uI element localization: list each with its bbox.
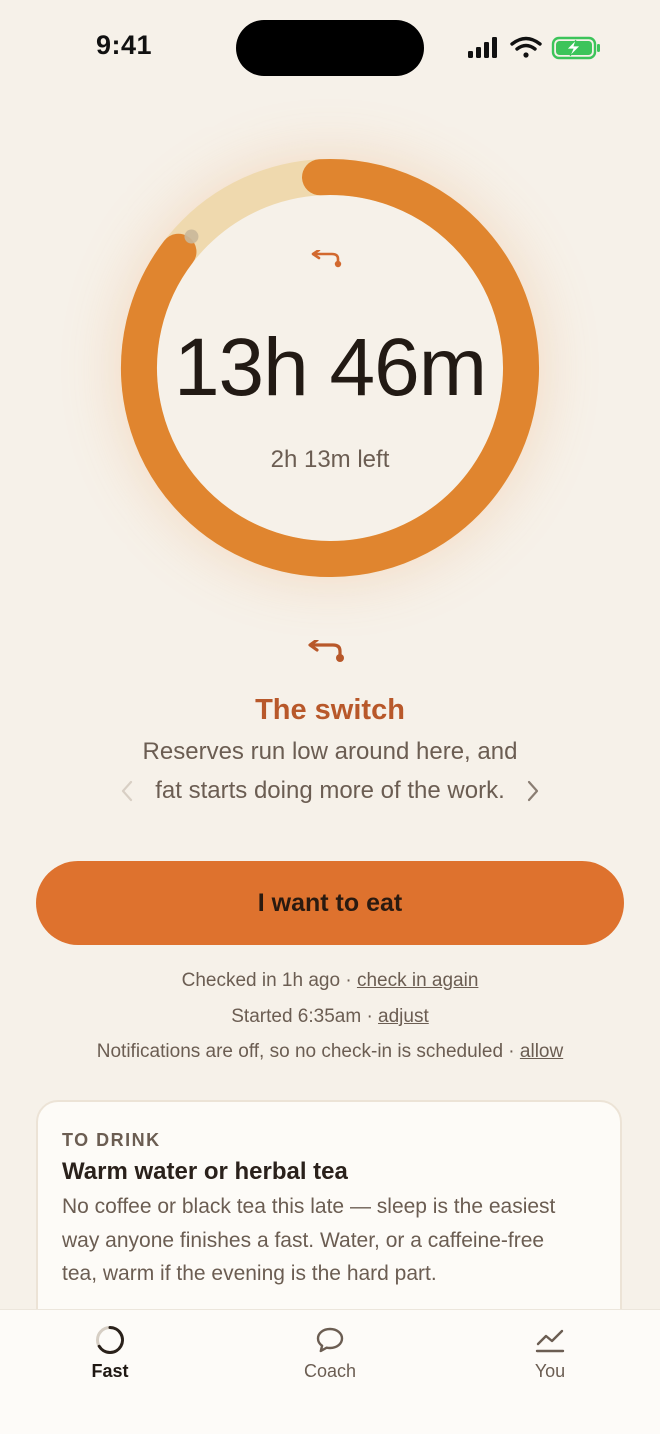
allow-notifications-link[interactable]: allow — [520, 1041, 563, 1062]
tab-fast-label: Fast — [91, 1361, 129, 1381]
tab-coach[interactable]: Coach — [260, 1310, 400, 1410]
trend-chart-icon — [535, 1329, 565, 1353]
notifications-text: Notifications are off, so no check-in is… — [96, 1041, 520, 1062]
elapsed-time: 13h 46m — [173, 322, 487, 413]
started-text: Started 6:35am · — [231, 1006, 379, 1027]
cellular-signal-icon — [468, 37, 497, 58]
progress-ring-icon — [96, 1326, 124, 1354]
current-phase-dot — [184, 229, 199, 244]
phase-description: Reserves run low around here, and fat st… — [142, 738, 518, 804]
tab-you[interactable]: You — [480, 1310, 620, 1410]
checkin-text: Checked in 1h ago · — [181, 970, 357, 991]
chevron-left-icon[interactable] — [112, 776, 142, 806]
dynamic-island — [236, 20, 424, 76]
card-body: No coffee or black tea this late — sleep… — [62, 1195, 556, 1285]
i-want-to-eat-button[interactable]: I want to eat — [36, 861, 624, 945]
status-bar: 9:41 — [0, 0, 660, 96]
status-icons — [468, 36, 600, 60]
phase-switch-icon — [308, 640, 344, 662]
start-time-status: Started 6:35am · adjust — [0, 1006, 660, 1028]
tab-bar: Fast Coach You — [0, 1309, 660, 1434]
tab-fast[interactable]: Fast — [40, 1310, 180, 1410]
battery-charging-icon — [551, 36, 600, 60]
wifi-icon — [510, 36, 542, 58]
check-in-again-link[interactable]: check in again — [357, 970, 478, 991]
chevron-right-icon[interactable] — [518, 776, 548, 806]
fast-screen: 9:41 13h 46m 2h 13m left The switch Rese… — [0, 0, 660, 1434]
card-label: TO DRINK — [62, 1130, 161, 1150]
checkin-status: Checked in 1h ago · check in again — [0, 970, 660, 992]
status-time: 9:41 — [96, 30, 153, 60]
chat-bubble-icon — [316, 1327, 344, 1353]
card-title: Warm water or herbal tea — [62, 1158, 348, 1185]
remaining-time: 2h 13m left — [270, 446, 390, 473]
tab-you-label: You — [534, 1361, 566, 1381]
adjust-start-link[interactable]: adjust — [378, 1006, 429, 1027]
phase-title: The switch — [255, 694, 405, 726]
phase-switch-icon — [311, 250, 342, 268]
tab-coach-label: Coach — [303, 1361, 357, 1381]
fasting-timer: 13h 46m 2h 13m left — [90, 128, 570, 608]
notifications-status: Notifications are off, so no check-in is… — [0, 1041, 660, 1063]
